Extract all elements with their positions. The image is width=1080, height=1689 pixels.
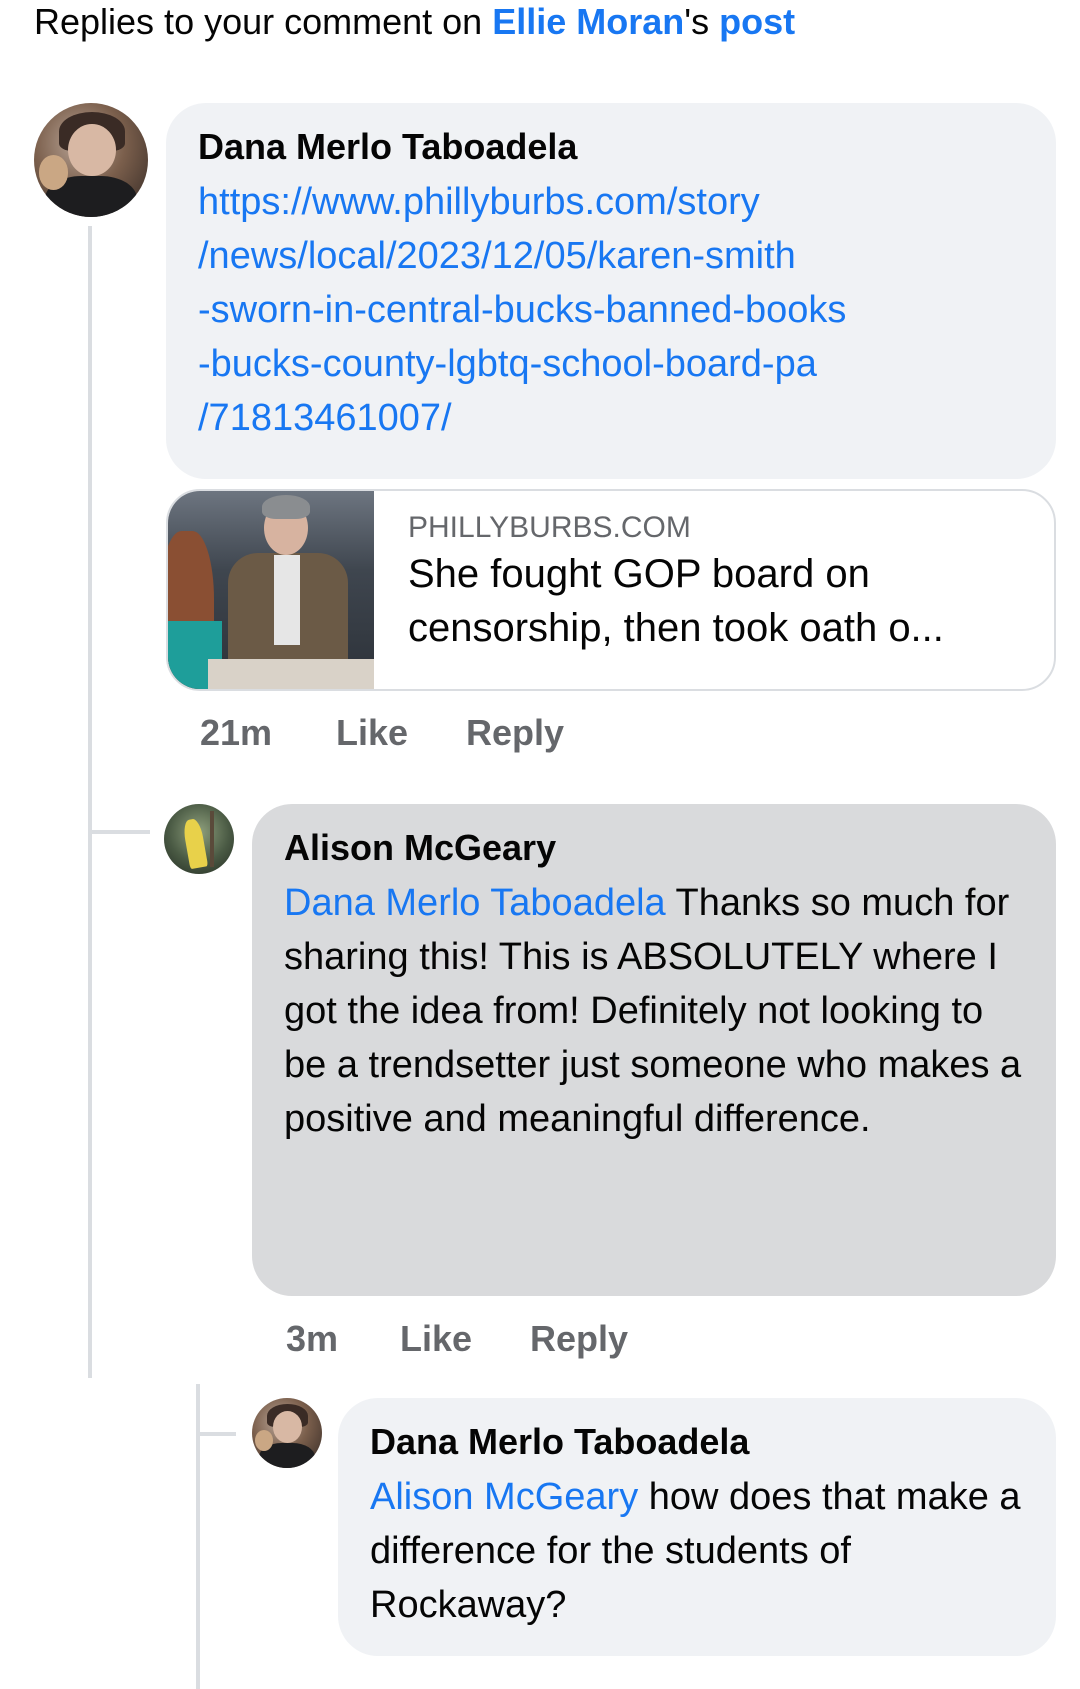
avatar-dana[interactable]	[34, 103, 148, 217]
url-line[interactable]: -sworn-in-central-bucks-banned-books	[198, 283, 1024, 337]
like-button[interactable]: Like	[336, 712, 408, 754]
url-line[interactable]: -bucks-county-lgbtq-school-board-pa	[198, 337, 1024, 391]
reply-button[interactable]: Reply	[466, 712, 564, 754]
url-line[interactable]: /71813461007/	[198, 391, 1024, 445]
url-line[interactable]: https://www.phillyburbs.com/story	[198, 175, 1024, 229]
post-link[interactable]: post	[719, 1, 795, 42]
thread-line-branch-1	[88, 830, 150, 834]
comment-bubble-2: Alison McGeary Dana Merlo Taboadela Than…	[252, 804, 1056, 1296]
mention-link[interactable]: Alison McGeary	[370, 1476, 638, 1518]
avatar-alison[interactable]	[164, 804, 234, 874]
thread-line-nested	[196, 1384, 200, 1689]
avatar-dana[interactable]	[252, 1398, 322, 1468]
comment-author[interactable]: Alison McGeary	[284, 826, 1024, 870]
mention-link[interactable]: Dana Merlo Taboadela	[284, 882, 666, 924]
header-prefix: Replies to your comment on	[34, 1, 493, 42]
link-headline: She fought GOP board on censorship, then…	[408, 552, 944, 650]
comment-author[interactable]: Dana Merlo Taboadela	[198, 125, 1024, 169]
like-button[interactable]: Like	[400, 1318, 472, 1360]
reply-button[interactable]: Reply	[530, 1318, 628, 1360]
comment-timestamp[interactable]: 21m	[200, 712, 272, 754]
notification-header: Replies to your comment on Ellie Moran's…	[34, 0, 795, 46]
link-preview-card[interactable]: PHILLYBURBS.COM She fought GOP board on …	[166, 489, 1056, 691]
comment-bubble-1: Dana Merlo Taboadela https://www.phillyb…	[166, 103, 1056, 479]
thread-line-branch-2	[196, 1432, 236, 1436]
comment-author[interactable]: Dana Merlo Taboadela	[370, 1420, 1024, 1464]
comment-link-url[interactable]: https://www.phillyburbs.com/story /news/…	[198, 175, 1024, 445]
comment-text: Dana Merlo Taboadela Thanks so much for …	[284, 876, 1024, 1146]
post-author-link[interactable]: Ellie Moran	[492, 1, 684, 42]
header-suffix: 's	[684, 1, 720, 42]
url-line[interactable]: /news/local/2023/12/05/karen-smith	[198, 229, 1024, 283]
link-domain: PHILLYBURBS.COM	[408, 511, 691, 544]
thread-line-main	[88, 226, 92, 1378]
comment-bubble-3: Dana Merlo Taboadela Alison McGeary how …	[338, 1398, 1056, 1656]
news-photo-thumbnail	[168, 491, 374, 689]
comment-timestamp[interactable]: 3m	[286, 1318, 338, 1360]
comment-text: Alison McGeary how does that make a diff…	[370, 1470, 1024, 1632]
